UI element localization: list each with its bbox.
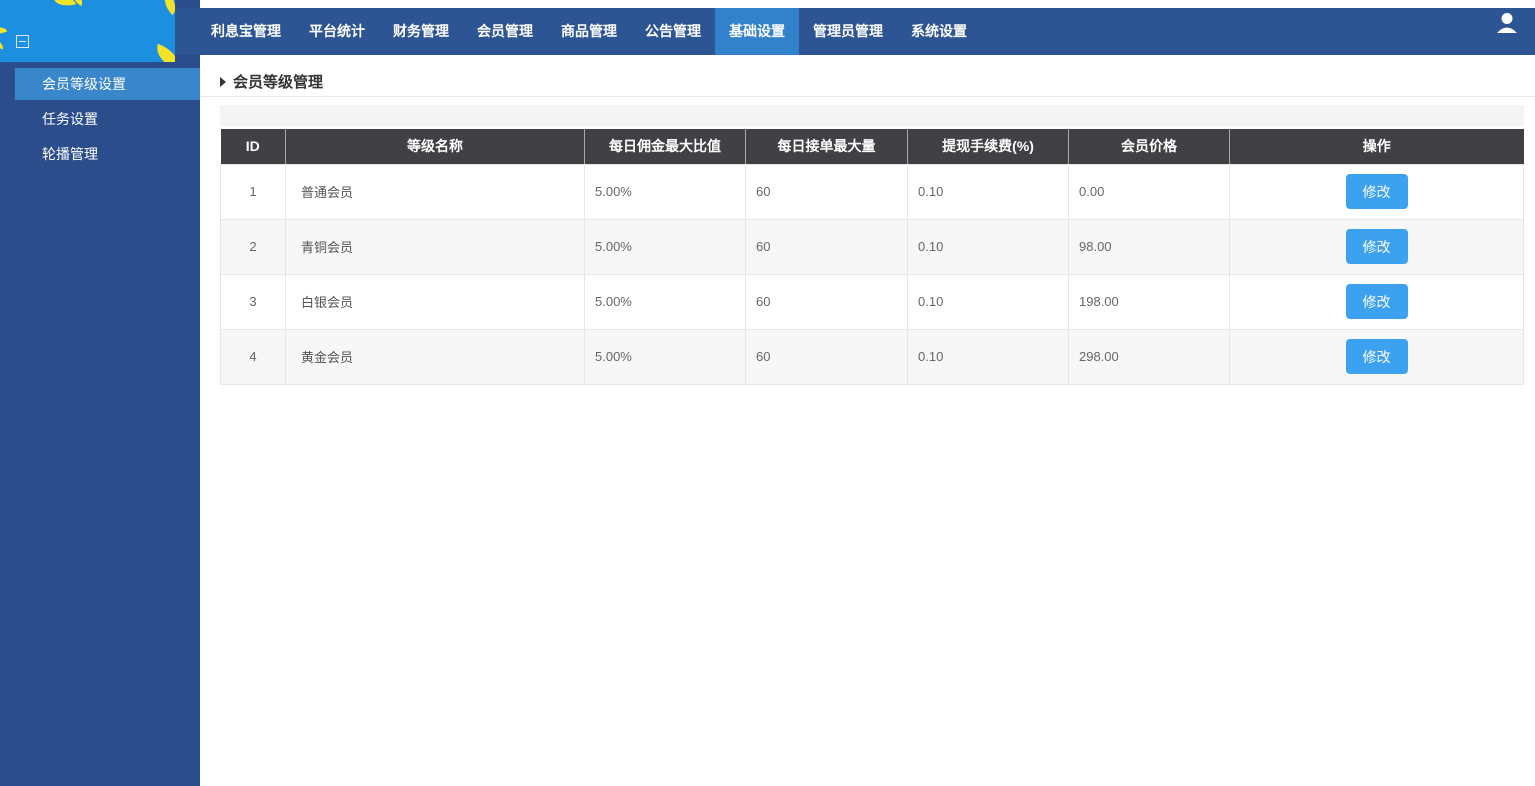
level-name-cell: 黄金会员 xyxy=(285,328,585,385)
level-name-cell: 白银会员 xyxy=(285,273,585,330)
id-cell: 3 xyxy=(220,273,286,330)
table-header-cell: 提现手续费(%) xyxy=(907,129,1069,164)
table-area: ID 等级名称 每日佣金最大比值 每日接单最大量 提现手续费(%) 会员价格 操作 1 普通会… xyxy=(220,105,1524,385)
nav-item[interactable]: 平台统计 xyxy=(295,8,379,55)
commission-cell: 5.00% xyxy=(584,163,746,220)
edit-button[interactable]: 修改 xyxy=(1345,284,1408,319)
nav-item[interactable]: 会员管理 xyxy=(463,8,547,55)
sidebar-item[interactable]: 任务设置 xyxy=(15,103,200,135)
top-navbar: 利息宝管理 平台统计 财务管理 会员管理 商品管理 公告管理 基础设置 管理员管理 系统设置 xyxy=(175,8,1535,55)
orders-cell: 60 xyxy=(745,218,908,275)
action-cell: 修改 xyxy=(1229,218,1524,275)
commission-cell: 5.00% xyxy=(584,273,746,330)
table-row: 2 青铜会员 5.00% 60 0.10 98.00 修改 xyxy=(220,218,1524,275)
action-cell: 修改 xyxy=(1229,328,1524,385)
edit-button[interactable]: 修改 xyxy=(1345,174,1408,209)
orders-cell: 60 xyxy=(745,163,908,220)
table-header-cell: 每日接单最大量 xyxy=(745,129,908,164)
table-toolbar-strip xyxy=(220,105,1524,126)
id-cell: 4 xyxy=(220,328,286,385)
table-header-row: ID 等级名称 每日佣金最大比值 每日接单最大量 提现手续费(%) 会员价格 操作 xyxy=(220,129,1524,164)
fee-cell: 0.10 xyxy=(907,163,1069,220)
id-cell: 1 xyxy=(220,163,286,220)
main-content: 会员等级管理 ID 等级名称 每日佣金最大比值 每日接单最大量 提现手续费(%) 会员价格… xyxy=(200,55,1535,786)
price-cell: 98.00 xyxy=(1068,218,1230,275)
logo-leaf-decoration xyxy=(151,43,175,62)
sidebar-item[interactable]: 会员等级设置 xyxy=(15,68,200,100)
fee-cell: 0.10 xyxy=(907,328,1069,385)
orders-cell: 60 xyxy=(745,273,908,330)
table-header-cell: ID xyxy=(220,129,286,164)
commission-cell: 5.00% xyxy=(584,328,746,385)
price-cell: 198.00 xyxy=(1068,273,1230,330)
nav-item[interactable]: 公告管理 xyxy=(631,8,715,55)
table-header-cell: 等级名称 xyxy=(285,129,585,164)
edit-button[interactable]: 修改 xyxy=(1345,229,1408,264)
sidebar-item[interactable]: 轮播管理 xyxy=(15,138,200,170)
table-header-cell: 会员价格 xyxy=(1068,129,1230,164)
member-levels-table: ID 等级名称 每日佣金最大比值 每日接单最大量 提现手续费(%) 会员价格 操作 1 普通会… xyxy=(220,129,1524,385)
table-row: 1 普通会员 5.00% 60 0.10 0.00 修改 xyxy=(220,163,1524,220)
collapse-minus-icon[interactable] xyxy=(16,34,29,48)
fee-cell: 0.10 xyxy=(907,218,1069,275)
logo-leaf-decoration xyxy=(0,38,5,50)
nav-item[interactable]: 系统设置 xyxy=(897,8,981,55)
level-name-cell: 青铜会员 xyxy=(285,218,585,275)
price-cell: 0.00 xyxy=(1068,163,1230,220)
table-row: 4 黄金会员 5.00% 60 0.10 298.00 修改 xyxy=(220,328,1524,385)
action-cell: 修改 xyxy=(1229,273,1524,330)
fee-cell: 0.10 xyxy=(907,273,1069,330)
table-header-cell: 操作 xyxy=(1229,129,1524,164)
logo-leaf-decoration xyxy=(0,23,8,38)
orders-cell: 60 xyxy=(745,328,908,385)
breadcrumb-arrow-icon xyxy=(220,76,226,87)
edit-button[interactable]: 修改 xyxy=(1345,339,1408,374)
price-cell: 298.00 xyxy=(1068,328,1230,385)
action-cell: 修改 xyxy=(1229,163,1524,220)
commission-cell: 5.00% xyxy=(584,218,746,275)
id-cell: 2 xyxy=(220,218,286,275)
sidebar: 基础设置 会员等级设置任务设置轮播管理 xyxy=(0,0,200,786)
level-name-cell: 普通会员 xyxy=(285,163,585,220)
logo-leaf-decoration xyxy=(53,0,77,10)
nav-item[interactable]: 管理员管理 xyxy=(799,8,897,55)
sidebar-menu: 会员等级设置 任务设置 轮播管理 xyxy=(0,68,200,170)
table-row: 3 白银会员 5.00% 60 0.10 198.00 修改 xyxy=(220,273,1524,330)
user-icon[interactable] xyxy=(1493,9,1521,37)
table-header-cell: 每日佣金最大比值 xyxy=(584,129,746,164)
nav-item[interactable]: 利息宝管理 xyxy=(197,8,295,55)
table-body: 1 普通会员 5.00% 60 0.10 0.00 修改 2 青铜会员 5.00% 60 0.10 98… xyxy=(220,163,1524,385)
nav-item[interactable]: 财务管理 xyxy=(379,8,463,55)
logo-leaf-decoration xyxy=(158,0,175,16)
logo-banner xyxy=(0,0,175,62)
page-title: 会员等级管理 xyxy=(233,74,324,91)
nav-item[interactable]: 商品管理 xyxy=(547,8,631,55)
nav-item[interactable]: 基础设置 xyxy=(715,8,799,55)
breadcrumb: 会员等级管理 xyxy=(200,55,1535,97)
